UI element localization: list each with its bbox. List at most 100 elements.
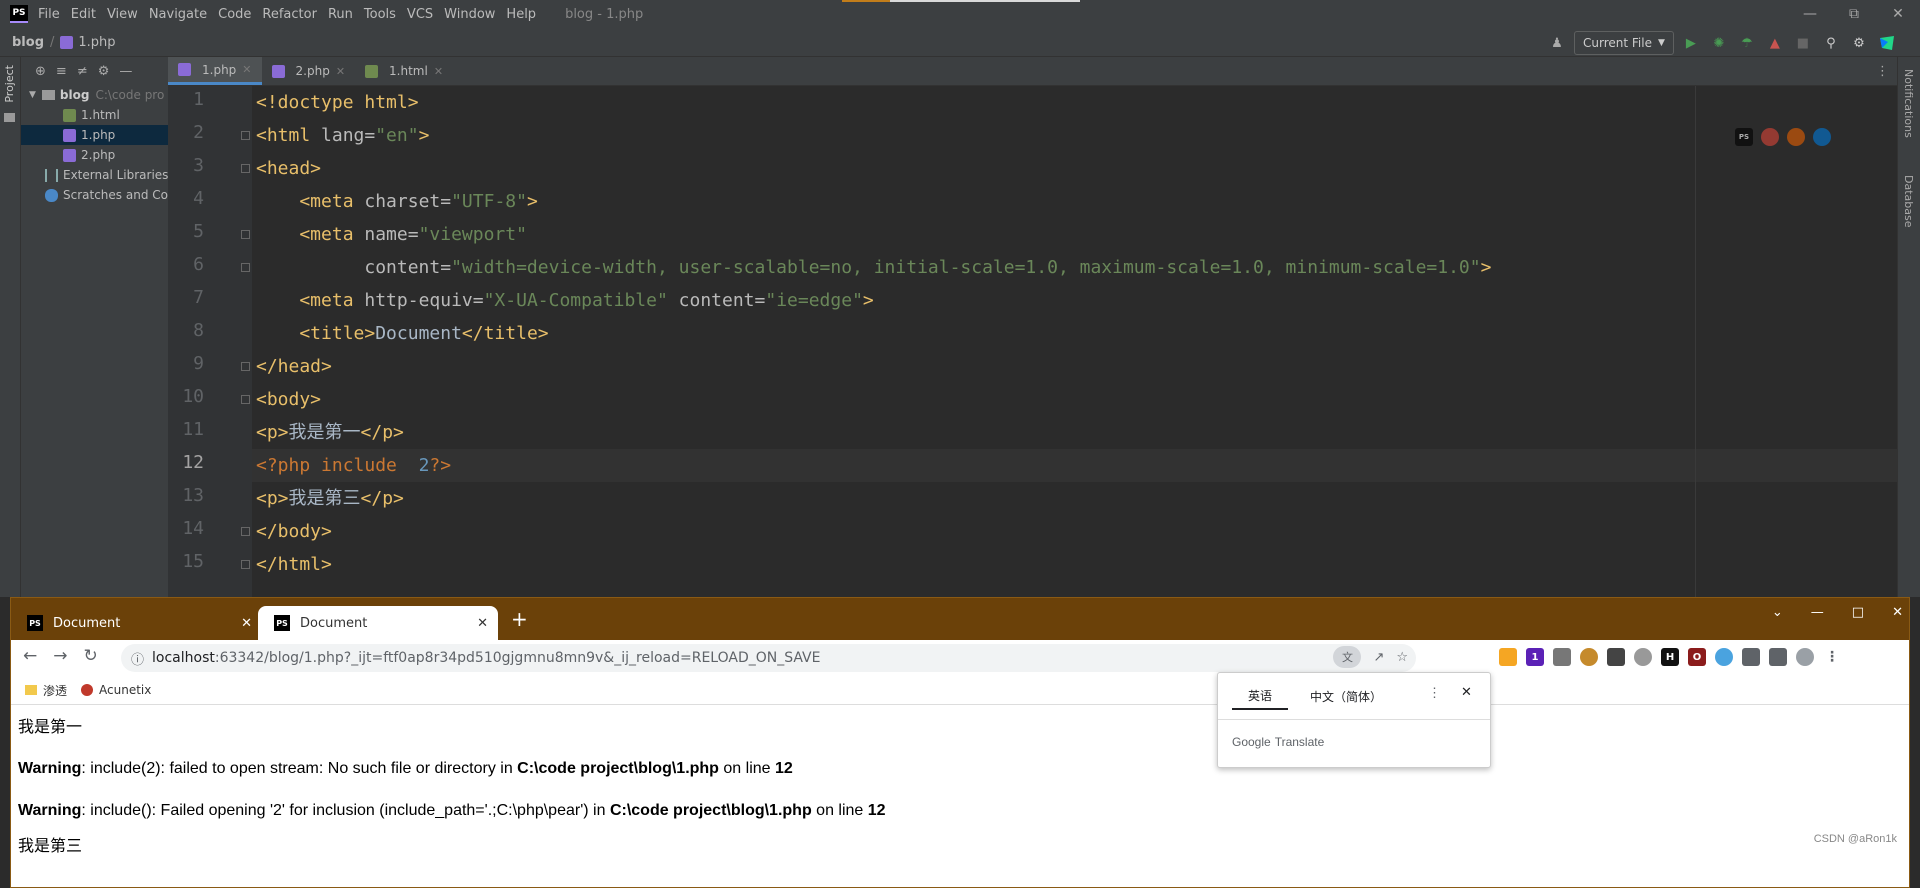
close-tab-icon[interactable]: ✕ (242, 63, 251, 76)
profile-avatar-icon[interactable] (1796, 648, 1814, 666)
menu-help[interactable]: Help (506, 7, 536, 22)
hide-icon[interactable]: — (119, 64, 132, 79)
locate-icon[interactable]: ⊕ (35, 64, 46, 79)
extensions-puzzle-icon[interactable] (1742, 648, 1760, 666)
menu-refactor[interactable]: Refactor (262, 7, 317, 22)
translate-icon[interactable]: 文 (1333, 646, 1362, 668)
tab-1-html[interactable]: 1.html ✕ (355, 57, 453, 85)
translate-tab-source[interactable]: 英语 (1232, 683, 1289, 710)
menu-navigate[interactable]: Navigate (149, 7, 207, 22)
editor-gutter: 1 2 3 4 5 6 7 8 9 10 11 12 13 14 15 (168, 86, 252, 597)
tree-external-libraries[interactable]: External Libraries (21, 165, 168, 185)
database-tool-tab[interactable]: Database (1902, 175, 1915, 228)
maximize-icon[interactable]: □ (1852, 605, 1864, 620)
browser-tab-inactive[interactable]: PS Document ✕ (11, 606, 256, 640)
notifications-tool-tab[interactable]: Notifications (1902, 69, 1915, 138)
extension-shield-icon[interactable] (1499, 648, 1517, 666)
menu-window[interactable]: Window (444, 7, 495, 22)
side-panel-icon[interactable] (1769, 648, 1787, 666)
fold-marker-icon[interactable] (241, 230, 250, 239)
user-icon[interactable]: ♟ (1546, 32, 1568, 54)
back-icon[interactable]: ← (23, 646, 37, 666)
menu-tools[interactable]: Tools (364, 7, 396, 22)
settings-icon[interactable]: ⚙ (1848, 32, 1870, 54)
menu-file[interactable]: File (38, 7, 60, 22)
forward-icon[interactable]: → (53, 646, 67, 666)
fold-marker-icon[interactable] (241, 560, 250, 569)
extension-link-icon[interactable] (1634, 648, 1652, 666)
menu-edit[interactable]: Edit (71, 7, 96, 22)
fold-marker-icon[interactable] (241, 527, 250, 536)
info-icon[interactable]: ⓘ (131, 649, 144, 668)
browser-tab-active[interactable]: PS Document ✕ (258, 606, 498, 640)
phpstorm-preview-icon[interactable]: PS (1735, 128, 1753, 146)
tabs-menu-icon[interactable]: ⋮ (1876, 64, 1889, 79)
tab-search-icon[interactable]: ⌄ (1772, 605, 1783, 620)
expand-all-icon[interactable]: ≡ (56, 64, 67, 79)
restore-icon[interactable]: ⧉ (1832, 0, 1876, 28)
translate-menu-icon[interactable]: ⋮ (1428, 685, 1441, 701)
close-tab-icon[interactable]: ✕ (477, 616, 488, 631)
jetbrains-toolbox-icon[interactable] (1876, 32, 1898, 54)
stop-icon[interactable]: ■ (1792, 32, 1814, 54)
bookmark-folder[interactable]: 渗透 (25, 682, 67, 699)
share-icon[interactable]: ↗ (1373, 650, 1384, 665)
browser-menu-icon[interactable]: ⋮ (1823, 648, 1841, 666)
fold-marker-icon[interactable] (241, 263, 250, 272)
tab-2-php[interactable]: 2.php ✕ (262, 57, 356, 85)
breadcrumb-file[interactable]: 1.php (78, 35, 115, 50)
bookmark-acunetix[interactable]: Acunetix (81, 683, 151, 697)
debug-icon[interactable]: ✺ (1708, 32, 1730, 54)
minimize-icon[interactable]: — (1811, 605, 1824, 620)
close-icon[interactable]: ✕ (1876, 0, 1920, 28)
tree-file-2-php[interactable]: 2.php (21, 145, 168, 165)
extension-face-icon[interactable] (1553, 648, 1571, 666)
collapse-all-icon[interactable]: ≠ (77, 64, 88, 79)
translate-tab-target[interactable]: 中文（简体） (1310, 684, 1382, 709)
fold-marker-icon[interactable] (241, 131, 250, 140)
extension-hat-icon[interactable] (1607, 648, 1625, 666)
menu-run[interactable]: Run (328, 7, 353, 22)
reload-icon[interactable]: ↻ (84, 646, 98, 666)
close-icon[interactable]: ✕ (1892, 605, 1903, 620)
project-tool-tab[interactable]: Project (3, 65, 16, 103)
tree-file-1-html[interactable]: 1.html (21, 105, 168, 125)
new-tab-icon[interactable]: + (511, 609, 528, 629)
menu-code[interactable]: Code (218, 7, 251, 22)
extension-o-icon[interactable]: O (1688, 648, 1706, 666)
gear-icon[interactable]: ⚙ (98, 64, 110, 79)
close-icon[interactable]: ✕ (1461, 684, 1472, 700)
line-number: 6 (193, 254, 204, 275)
run-config-select[interactable]: Current File ▼ (1574, 31, 1674, 55)
run-icon[interactable]: ▶ (1680, 32, 1702, 54)
fold-marker-icon[interactable] (241, 395, 250, 404)
fold-marker-icon[interactable] (241, 362, 250, 371)
tree-file-1-php[interactable]: 1.php (21, 125, 168, 145)
tree-root[interactable]: ▼ blog C:\code pro (21, 85, 168, 105)
tree-scratches[interactable]: Scratches and Co (21, 185, 168, 205)
extension-search-icon[interactable] (1715, 648, 1733, 666)
close-tab-icon[interactable]: ✕ (434, 65, 443, 78)
fold-marker-icon[interactable] (241, 164, 250, 173)
coverage-icon[interactable]: ☂ (1736, 32, 1758, 54)
menu-view[interactable]: View (107, 7, 138, 22)
profile-icon[interactable]: ▲ (1764, 32, 1786, 54)
minimize-icon[interactable]: — (1788, 0, 1832, 28)
address-bar[interactable]: ⓘ localhost:63342/blog/1.php?_ijt=ftf0ap… (121, 644, 1416, 672)
menu-vcs[interactable]: VCS (407, 7, 433, 22)
breadcrumb-project[interactable]: blog (12, 35, 44, 50)
close-tab-icon[interactable]: ✕ (241, 616, 252, 631)
chevron-down-icon[interactable]: ▼ (29, 90, 36, 100)
tab-1-php[interactable]: 1.php ✕ (168, 57, 262, 85)
code-editor[interactable]: <!doctype html> <html lang="en"> <head> … (252, 86, 1897, 597)
bookmark-star-icon[interactable]: ☆ (1396, 650, 1408, 665)
extension-cookie-icon[interactable] (1580, 648, 1598, 666)
extension-h-icon[interactable]: H (1661, 648, 1679, 666)
close-tab-icon[interactable]: ✕ (336, 65, 345, 78)
chrome-icon[interactable] (1761, 128, 1779, 146)
extension-badge-icon[interactable]: 1 (1526, 648, 1544, 666)
firefox-icon[interactable] (1787, 128, 1805, 146)
current-line-highlight (252, 449, 1897, 482)
edge-icon[interactable] (1813, 128, 1831, 146)
search-icon[interactable]: ⚲ (1820, 32, 1842, 54)
